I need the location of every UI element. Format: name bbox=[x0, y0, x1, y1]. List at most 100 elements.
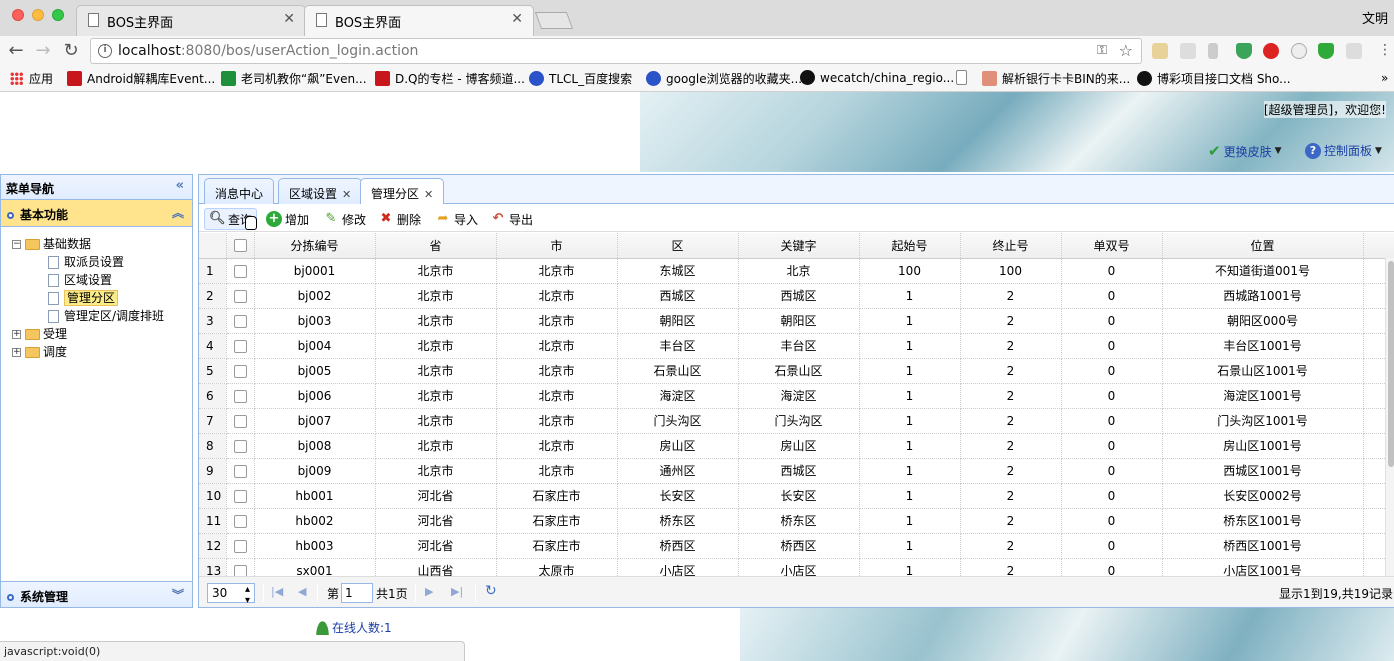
table-row[interactable]: 6 bj006 北京市 北京市 海淀区 海淀区 1 2 0 海淀区1001号 bbox=[199, 383, 1394, 409]
add-button[interactable]: + 增加 bbox=[262, 208, 313, 230]
expand-down-icon[interactable]: ︾ bbox=[172, 586, 184, 603]
scrollbar-thumb[interactable] bbox=[1388, 261, 1394, 467]
row-checkbox[interactable] bbox=[233, 439, 247, 453]
export-button[interactable]: ↶ 导出 bbox=[486, 208, 537, 230]
column-header[interactable]: 分拣编号 bbox=[254, 233, 376, 259]
yab-extension-icon[interactable] bbox=[1263, 43, 1279, 59]
bookmark-item[interactable]: google浏览器的收藏夹... bbox=[646, 70, 802, 87]
column-header[interactable]: 单双号 bbox=[1061, 233, 1163, 259]
close-tab-icon[interactable]: ✕ bbox=[283, 11, 295, 27]
row-checkbox[interactable] bbox=[233, 339, 247, 353]
next-page-icon[interactable]: ▶ bbox=[425, 585, 433, 598]
row-checkbox-cell[interactable] bbox=[226, 483, 255, 509]
bookmark-item[interactable]: 老司机教你“飙”Even... bbox=[221, 70, 367, 87]
extension-icon[interactable] bbox=[1346, 43, 1362, 59]
column-header[interactable]: 起始号 bbox=[859, 233, 961, 259]
accordion-system-header[interactable]: 系统管理 ︾ bbox=[1, 581, 192, 607]
tree-node-accept[interactable]: + 受理 bbox=[12, 325, 192, 343]
bookmark-item[interactable]: TLCL_百度搜索 bbox=[529, 70, 632, 87]
row-checkbox-cell[interactable] bbox=[226, 408, 255, 434]
page-size-select[interactable]: 30 ▴ ▾ bbox=[207, 583, 255, 606]
delete-button[interactable]: ✖ 删除 bbox=[374, 208, 425, 230]
table-row[interactable]: 9 bj009 北京市 北京市 通州区 西城区 1 2 0 西城区1001号 bbox=[199, 458, 1394, 484]
tree-node-dispatch[interactable]: + 调度 bbox=[12, 343, 192, 361]
expand-node-icon[interactable]: + bbox=[12, 330, 21, 339]
row-checkbox[interactable] bbox=[233, 314, 247, 328]
browser-tab[interactable]: BOS主界面 ✕ bbox=[76, 5, 306, 36]
column-header[interactable]: 终止号 bbox=[960, 233, 1062, 259]
control-panel-button[interactable]: ? 控制面板 ▼ bbox=[1305, 142, 1382, 159]
row-checkbox[interactable] bbox=[233, 564, 247, 576]
reload-icon[interactable]: ↻ bbox=[61, 40, 81, 61]
row-checkbox[interactable] bbox=[233, 364, 247, 378]
extension-icon[interactable] bbox=[1291, 43, 1307, 59]
prev-page-icon[interactable]: ◀ bbox=[298, 585, 306, 598]
key-icon[interactable]: ⚿ bbox=[1097, 43, 1107, 58]
address-bar[interactable]: i localhost:8080/bos/userAction_login.ac… bbox=[90, 38, 1142, 64]
column-header[interactable]: 市 bbox=[496, 233, 618, 259]
bookmark-item[interactable]: 解析银行卡卡BIN的来... bbox=[982, 70, 1130, 87]
row-checkbox-cell[interactable] bbox=[226, 358, 255, 384]
row-checkbox-cell[interactable] bbox=[226, 283, 255, 309]
column-header[interactable]: 区 bbox=[617, 233, 739, 259]
row-checkbox-cell[interactable] bbox=[226, 258, 255, 284]
profile-label[interactable]: 文明 bbox=[1362, 8, 1388, 27]
tree-leaf-decidedzone[interactable]: 管理定区/调度排班 bbox=[12, 307, 192, 325]
bookmark-item[interactable]: Android解耦库Event... bbox=[67, 70, 215, 87]
table-row[interactable]: 4 bj004 北京市 北京市 丰台区 丰台区 1 2 0 丰台区1001号 bbox=[199, 333, 1394, 359]
column-header[interactable]: 省 bbox=[375, 233, 497, 259]
bookmark-item[interactable]: 博彩项目接口文档 Sho... bbox=[1137, 70, 1291, 87]
import-button[interactable]: ➦ 导入 bbox=[431, 208, 482, 230]
table-row[interactable]: 8 bj008 北京市 北京市 房山区 房山区 1 2 0 房山区1001号 bbox=[199, 433, 1394, 459]
last-page-icon[interactable]: ▶| bbox=[451, 585, 463, 598]
row-checkbox-cell[interactable] bbox=[226, 533, 255, 559]
tree-leaf-subarea[interactable]: 管理分区 bbox=[12, 289, 192, 307]
row-checkbox[interactable] bbox=[233, 464, 247, 478]
table-row[interactable]: 1 bj0001 北京市 北京市 东城区 北京 100 100 0 不知道街道001号 bbox=[199, 258, 1394, 284]
collapse-left-icon[interactable]: « bbox=[176, 178, 184, 193]
bookmark-item[interactable]: D.Q的专栏 - 博客频道... bbox=[375, 70, 525, 87]
cursor-extension-icon[interactable] bbox=[1208, 43, 1218, 59]
row-checkbox[interactable] bbox=[233, 264, 247, 278]
tab-message-center[interactable]: 消息中心 bbox=[204, 178, 275, 204]
info-icon[interactable]: i bbox=[98, 44, 112, 58]
bookmark-item[interactable]: wecatch/china_regio... bbox=[800, 70, 954, 85]
shield-extension-icon[interactable] bbox=[1318, 43, 1334, 59]
tree-leaf-courier[interactable]: 取派员设置 bbox=[12, 253, 192, 271]
row-checkbox-cell[interactable] bbox=[226, 558, 255, 576]
vertical-scrollbar[interactable] bbox=[1385, 258, 1394, 576]
first-page-icon[interactable]: |◀ bbox=[271, 585, 283, 598]
extension-icon[interactable] bbox=[1152, 43, 1168, 59]
bookmark-item[interactable] bbox=[956, 70, 972, 85]
change-skin-button[interactable]: ✔ 更换皮肤 ▼ bbox=[1208, 142, 1282, 160]
menu-dots-icon[interactable]: ⋮ bbox=[1378, 42, 1392, 58]
select-all-checkbox[interactable] bbox=[233, 239, 247, 253]
back-arrow-icon[interactable]: ← bbox=[6, 40, 26, 61]
column-header[interactable]: 关键字 bbox=[738, 233, 860, 259]
bookmark-apps[interactable]: 应用 bbox=[10, 70, 53, 87]
close-tab-icon[interactable]: ✕ bbox=[511, 11, 523, 27]
row-checkbox-cell[interactable] bbox=[226, 458, 255, 484]
more-bookmarks-icon[interactable]: » bbox=[1381, 71, 1388, 85]
table-row[interactable]: 12 hb003 河北省 石家庄市 桥西区 桥西区 1 2 0 桥西区1001号 bbox=[199, 533, 1394, 559]
row-checkbox[interactable] bbox=[233, 514, 247, 528]
table-row[interactable]: 2 bj002 北京市 北京市 西城区 西城区 1 2 0 西城路1001号 bbox=[199, 283, 1394, 309]
page-number-input[interactable]: 1 bbox=[341, 583, 373, 603]
new-tab-button[interactable] bbox=[534, 12, 574, 29]
column-header[interactable]: 位置 bbox=[1162, 233, 1364, 259]
row-checkbox[interactable] bbox=[233, 539, 247, 553]
url-text[interactable]: localhost:8080/bos/userAction_login.acti… bbox=[118, 43, 418, 59]
row-checkbox-cell[interactable] bbox=[226, 383, 255, 409]
close-tab-icon[interactable]: ✕ bbox=[342, 188, 351, 201]
table-row[interactable]: 5 bj005 北京市 北京市 石景山区 石景山区 1 2 0 石景山区1001号 bbox=[199, 358, 1394, 384]
table-row[interactable]: 10 hb001 河北省 石家庄市 长安区 长安区 1 2 0 长安区0002号 bbox=[199, 483, 1394, 509]
table-row[interactable]: 3 bj003 北京市 北京市 朝阳区 朝阳区 1 2 0 朝阳区000号 bbox=[199, 308, 1394, 334]
row-checkbox[interactable] bbox=[233, 289, 247, 303]
table-row[interactable]: 11 hb002 河北省 石家庄市 桥东区 桥东区 1 2 0 桥东区1001号 bbox=[199, 508, 1394, 534]
edit-button[interactable]: ✎ 修改 bbox=[319, 208, 370, 230]
row-checkbox-cell[interactable] bbox=[226, 308, 255, 334]
collapse-node-icon[interactable]: − bbox=[12, 240, 21, 249]
minimize-window-button[interactable] bbox=[32, 9, 44, 21]
accordion-basic-header[interactable]: 基本功能 ︽ bbox=[1, 200, 192, 227]
bookmark-star-icon[interactable]: ☆ bbox=[1119, 41, 1133, 60]
